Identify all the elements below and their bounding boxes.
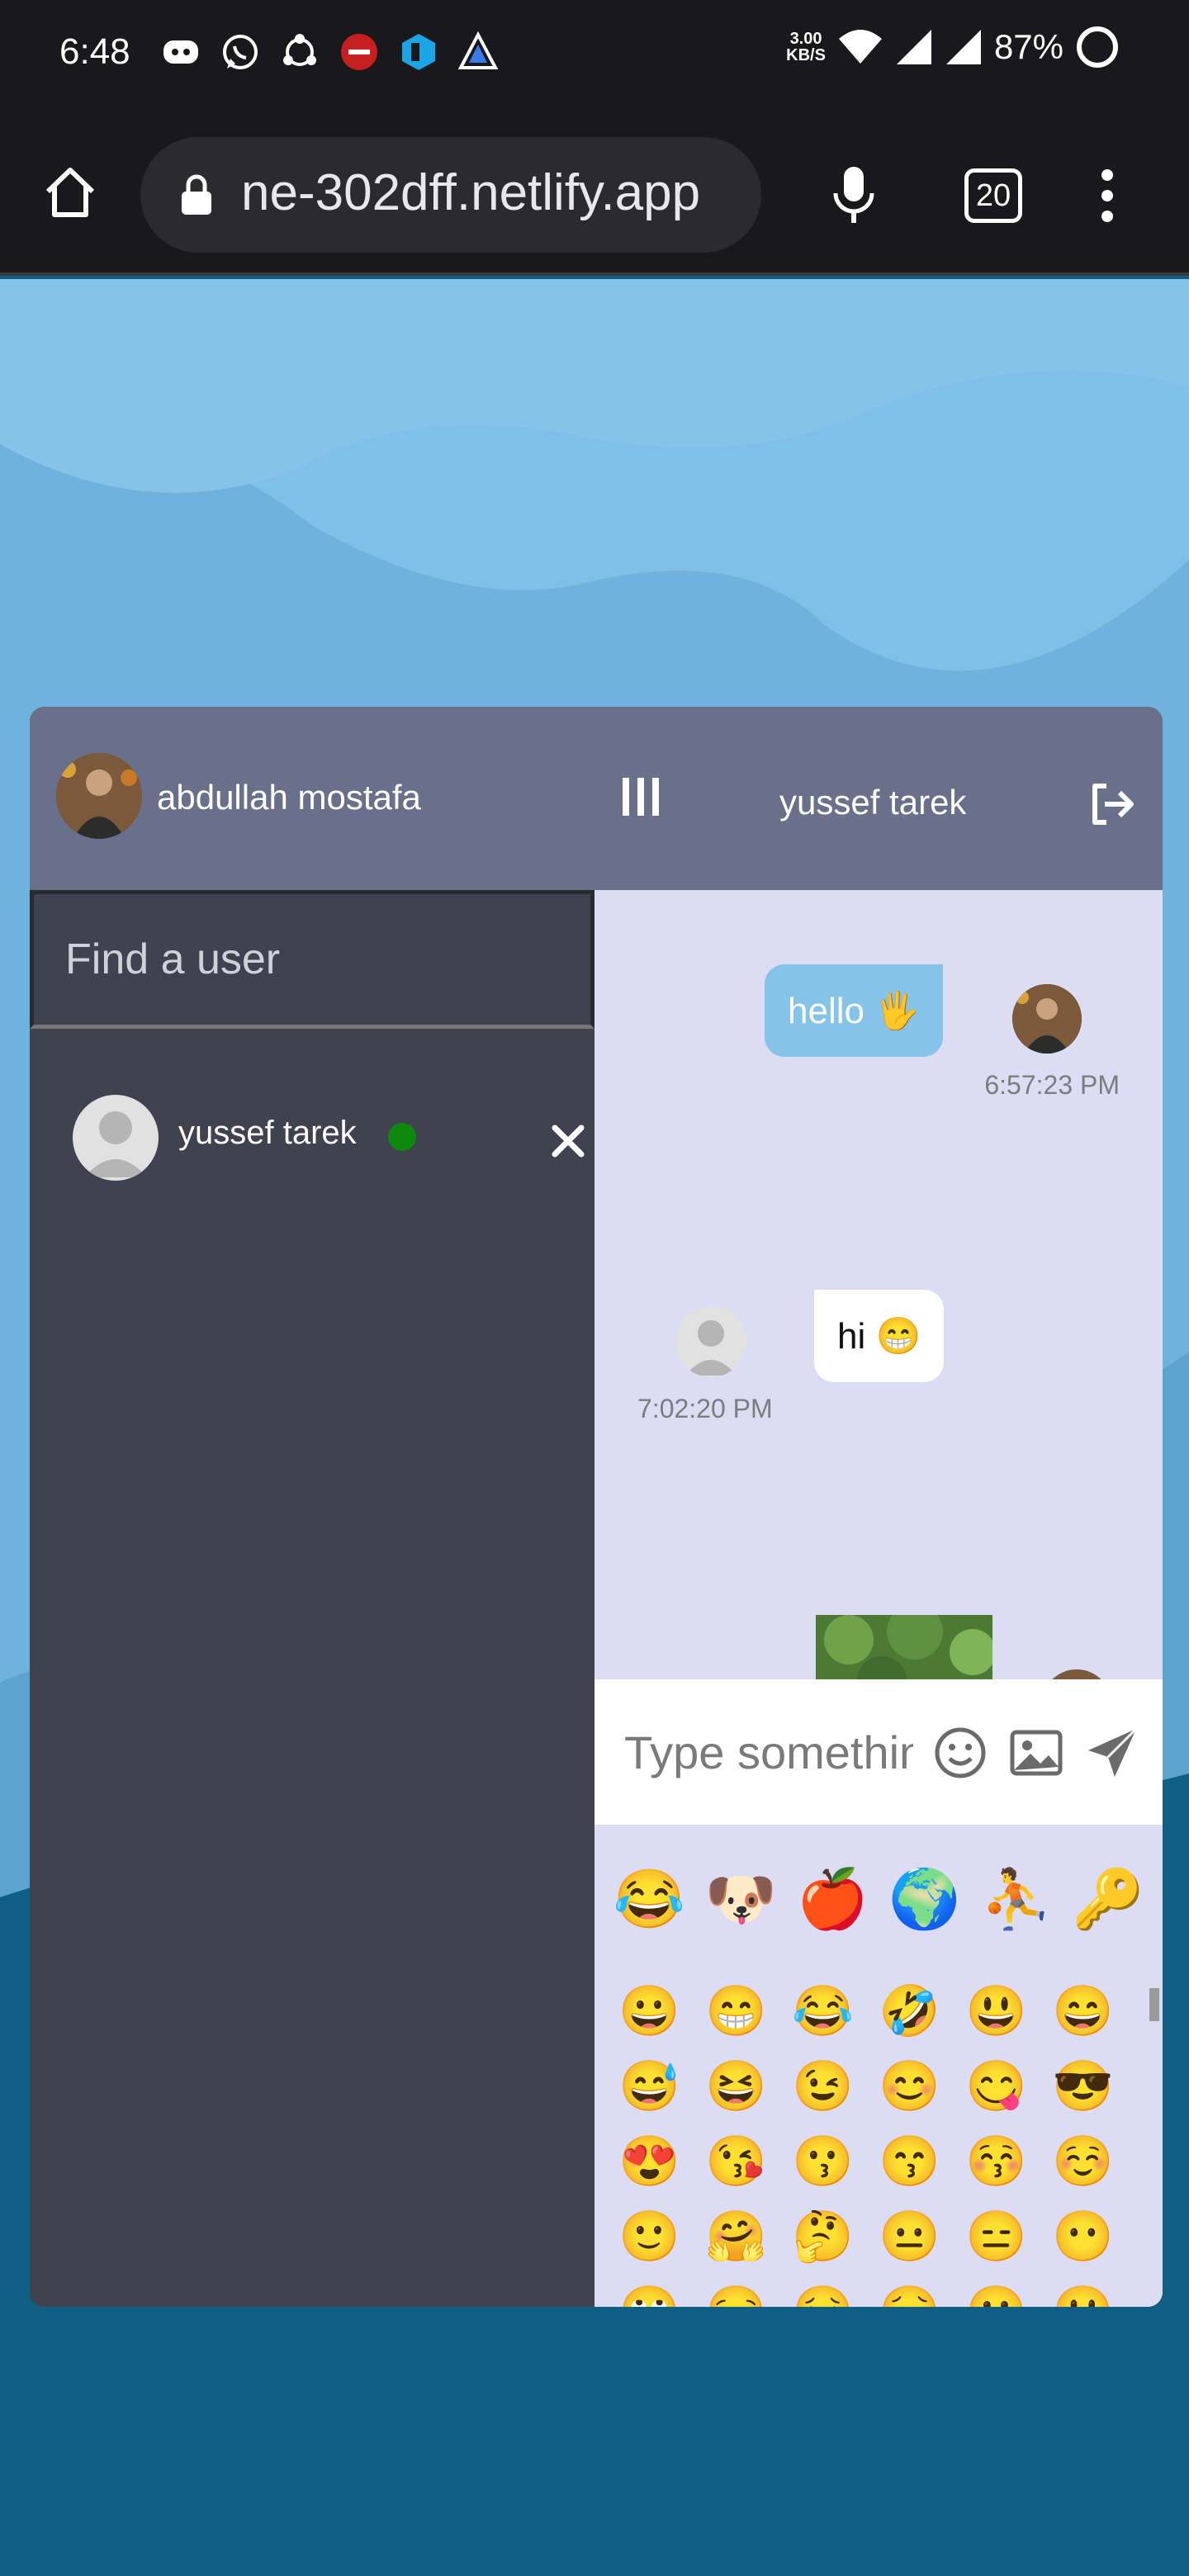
logout-icon[interactable] <box>1087 779 1136 829</box>
net-speed-value: 3.00 <box>789 30 822 48</box>
emoji-item[interactable]: 😂 <box>792 1982 854 2040</box>
emoji-item[interactable]: 😏 <box>705 2282 767 2307</box>
emoji-grid: 😀 😁 😂 🤣 😃 😄 😅 😆 😉 😊 😋 😎 😍 😘 😗 😙 😚 ☺️ 🙂 🤗… <box>606 1982 1135 2307</box>
send-icon[interactable] <box>1083 1724 1141 1782</box>
emoji-category-tab[interactable]: 🔑 <box>1072 1866 1144 1934</box>
emoji-item[interactable]: 😥 <box>879 2282 940 2307</box>
emoji-item[interactable]: 😉 <box>792 2057 854 2115</box>
home-icon[interactable] <box>41 163 99 221</box>
emoji-item[interactable]: 😃 <box>965 1982 1027 2040</box>
emoji-item[interactable]: 🙂 <box>618 2207 680 2266</box>
emoji-item[interactable]: 😀 <box>618 1982 680 2040</box>
receiver-avatar <box>675 1306 746 1377</box>
user-name: yussef tarek <box>178 1115 357 1151</box>
emoji-item[interactable]: 😶 <box>1052 2207 1114 2266</box>
hexagon-app-icon <box>396 30 441 74</box>
net-speed-unit: KB/S <box>786 46 826 64</box>
mic-icon[interactable] <box>829 163 879 226</box>
user-search-box <box>30 890 594 1029</box>
url-value: ne-302dff.netlify.app <box>241 164 701 221</box>
emoji-item[interactable]: 😁 <box>705 1982 767 2040</box>
emoji-item[interactable]: 🤔 <box>792 2207 854 2266</box>
net-speed: 3.00 KB/S <box>786 31 826 64</box>
emoji-item[interactable]: 😗 <box>792 2132 854 2190</box>
image-icon[interactable] <box>1007 1724 1065 1782</box>
emoji-item[interactable]: 😊 <box>879 2057 940 2115</box>
emoji-category-tab[interactable]: ⛹ <box>980 1866 1052 1934</box>
sidebar-toggle-icon[interactable] <box>616 768 666 826</box>
emoji-item[interactable]: 😍 <box>618 2132 680 2190</box>
tab-count: 20 <box>975 178 1011 213</box>
chat-header: abdullah mostafa yussef tarek <box>30 707 1163 890</box>
emoji-category-tab[interactable]: 🐶 <box>705 1866 777 1934</box>
message-composer <box>594 1679 1163 1825</box>
emoji-picker: 😂 🐶 🍎 🌍 ⛹ 🔑 😀 😁 😂 🤣 😃 😄 😅 😆 😉 😊 😋 😎 😍 😘 … <box>594 1825 1163 2307</box>
message-time: 6:57:23 PM <box>984 1070 1120 1100</box>
emoji-item[interactable]: 😙 <box>879 2132 940 2190</box>
triangle-app-icon <box>456 30 500 74</box>
sender-avatar <box>1012 984 1082 1054</box>
current-user-name: abdullah mostafa <box>157 778 421 817</box>
user-avatar <box>73 1095 159 1181</box>
share-icon <box>277 30 322 74</box>
emoji-item[interactable]: 😅 <box>618 2057 680 2115</box>
notification-icons <box>159 30 500 74</box>
close-icon[interactable] <box>550 1123 586 1159</box>
signal-icon <box>896 30 931 64</box>
wifi-icon <box>838 30 882 64</box>
whatsapp-icon <box>218 30 263 74</box>
emoji-item[interactable]: 😘 <box>705 2132 767 2190</box>
lock-icon <box>182 174 211 215</box>
battery-icon <box>1077 26 1118 68</box>
emoji-category-tab[interactable]: 😂 <box>613 1866 685 1934</box>
emoji-item[interactable]: 🤣 <box>879 1982 940 2040</box>
battery-percent: 87% <box>993 27 1063 66</box>
emoji-item[interactable]: 🤐 <box>1052 2282 1114 2307</box>
emoji-item[interactable]: 😮 <box>965 2282 1027 2307</box>
status-right: 3.00 KB/S 87% <box>786 25 1120 69</box>
emoji-scrollbar[interactable] <box>1149 1988 1159 2021</box>
emoji-item[interactable]: 🙄 <box>618 2282 680 2307</box>
current-user-avatar[interactable] <box>56 753 142 839</box>
kebab-menu-icon[interactable] <box>1095 168 1120 223</box>
message-bubble-received: hi 😁 <box>814 1290 945 1382</box>
url-bar[interactable]: ne-302dff.netlify.app <box>140 137 761 253</box>
status-time: 6:48 <box>59 31 130 72</box>
emoji-item[interactable]: 😋 <box>965 2057 1027 2115</box>
user-search-input[interactable] <box>34 894 590 1025</box>
chat-app-card: abdullah mostafa yussef tarek yussef tar… <box>30 707 1163 2307</box>
message-bubble-sent: hello 🖐 <box>765 964 943 1057</box>
emoji-category-tabs: 😂 🐶 🍎 🌍 ⛹ 🔑 <box>594 1866 1163 1934</box>
emoji-icon[interactable] <box>931 1724 989 1782</box>
tab-switcher-button[interactable]: 20 <box>964 168 1022 223</box>
emoji-item[interactable]: 😚 <box>965 2132 1027 2190</box>
message-input[interactable] <box>624 1712 913 1792</box>
app-badge-icon <box>337 30 381 74</box>
message-time: 7:02:20 PM <box>637 1394 773 1423</box>
emoji-category-tab[interactable]: 🍎 <box>797 1866 869 1934</box>
emoji-item[interactable]: ☺️ <box>1052 2132 1114 2190</box>
discord-icon <box>159 30 203 74</box>
url-text: ne-302dff.netlify.app <box>241 163 745 222</box>
online-status-dot <box>388 1123 416 1151</box>
emoji-item[interactable]: 😆 <box>705 2057 767 2115</box>
emoji-item[interactable]: 😐 <box>879 2207 940 2266</box>
chat-panel: hello 🖐 6:57:23 PM hi 😁 7:02:20 PM 😂 🐶 <box>594 890 1163 2307</box>
emoji-item[interactable]: 😑 <box>965 2207 1027 2266</box>
emoji-item[interactable]: 😣 <box>792 2282 854 2307</box>
emoji-item[interactable]: 😄 <box>1052 1982 1114 2040</box>
signal-icon-2 <box>945 30 981 64</box>
user-list-item[interactable]: yussef tarek <box>30 1095 594 1210</box>
emoji-item[interactable]: 😎 <box>1052 2057 1114 2115</box>
emoji-category-tab[interactable]: 🌍 <box>888 1866 960 1934</box>
chat-partner-name: yussef tarek <box>779 783 967 822</box>
status-bar: 6:48 3.00 KB/S 87% <box>0 0 1189 111</box>
emoji-item[interactable]: 🤗 <box>705 2207 767 2266</box>
